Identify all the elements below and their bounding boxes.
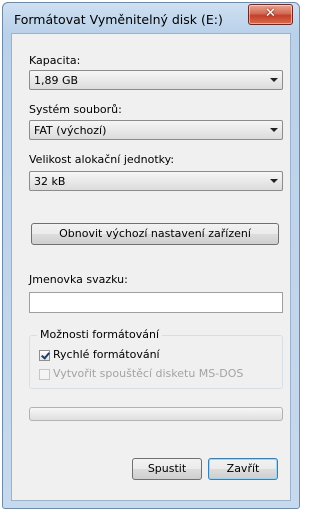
dialog-content: Kapacita: 1,89 GB Systém souborů: FAT (v… — [11, 33, 291, 501]
quick-format-checkbox[interactable] — [39, 350, 50, 361]
filesystem-value: FAT (výchozí) — [34, 124, 107, 137]
chevron-down-icon — [270, 78, 278, 82]
msdos-boot-label: Vytvořit spouštěcí disketu MS-DOS — [53, 367, 244, 380]
quick-format-label[interactable]: Rychlé formátování — [53, 348, 160, 361]
allocation-label: Velikost alokační jednotky: — [29, 153, 175, 166]
format-options-title: Možnosti formátování — [37, 328, 163, 341]
filesystem-label: Systém souborů: — [29, 103, 122, 116]
restore-defaults-button[interactable]: Obnovit výchozí nastavení zařízení — [31, 223, 279, 245]
chevron-down-icon — [270, 128, 278, 132]
filesystem-select[interactable]: FAT (výchozí) — [29, 120, 283, 140]
close-button[interactable]: Zavřít — [208, 458, 278, 480]
window-title: Formátovat Vyměnitelný disk (E:) — [14, 12, 223, 27]
chevron-down-icon — [270, 179, 278, 183]
close-icon: ✕ — [265, 6, 276, 21]
capacity-select[interactable]: 1,89 GB — [29, 70, 283, 90]
volume-label-input[interactable] — [29, 292, 283, 313]
format-options-group: Možnosti formátování Rychlé formátování … — [29, 328, 283, 389]
msdos-boot-checkbox — [39, 369, 50, 380]
capacity-label: Kapacita: — [29, 54, 81, 67]
volume-label-caption: Jmenovka svazku: — [29, 273, 128, 286]
format-progress-bar — [29, 407, 283, 421]
start-button[interactable]: Spustit — [132, 458, 202, 480]
format-dialog: Formátovat Vyměnitelný disk (E:) ✕ Kapac… — [2, 2, 300, 509]
title-bar[interactable]: Formátovat Vyměnitelný disk (E:) ✕ — [3, 3, 299, 33]
close-window-button[interactable]: ✕ — [248, 4, 293, 25]
allocation-value: 32 kB — [34, 175, 66, 188]
capacity-value: 1,89 GB — [34, 74, 79, 87]
allocation-select[interactable]: 32 kB — [29, 171, 283, 191]
